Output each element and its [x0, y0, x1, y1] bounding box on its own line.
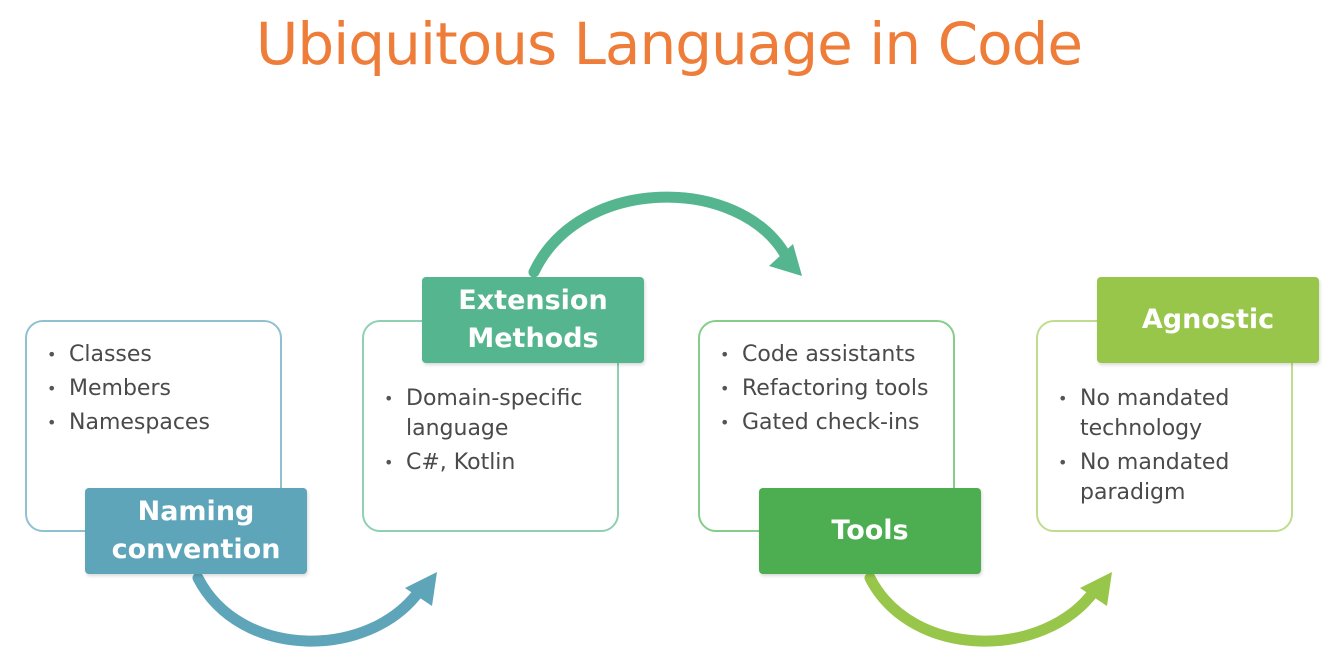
naming-bullet-list: Classes Members Namespaces [47, 340, 210, 442]
agnostic-bullet-list: No mandated technology No mandated parad… [1058, 384, 1283, 512]
arrow-naming-to-extension [192, 572, 426, 647]
tools-label: Tools [759, 488, 981, 574]
list-item: Members [47, 374, 210, 404]
extension-bullet-list: Domain-specific language C#, Kotlin [384, 384, 609, 482]
list-item: C#, Kotlin [384, 448, 609, 478]
list-item: Classes [47, 340, 210, 370]
list-item: Domain-specific language [384, 384, 609, 444]
list-item: Code assistants [720, 340, 928, 370]
naming-convention-label: Naming convention [85, 488, 307, 574]
arrow-tools-to-agnostic [864, 572, 1101, 647]
list-item: No mandated technology [1058, 384, 1283, 444]
list-item: Gated check-ins [720, 408, 928, 438]
list-item: No mandated paradigm [1058, 448, 1283, 508]
tools-bullet-list: Code assistants Refactoring tools Gated … [720, 340, 928, 442]
extension-methods-label: Extension Methods [422, 277, 644, 363]
diagram-canvas: Ubiquitous Language in Code Classes Memb… [0, 0, 1338, 654]
list-item: Namespaces [47, 408, 210, 438]
arrow-extension-to-tools [528, 191, 792, 278]
agnostic-label: Agnostic [1097, 277, 1319, 363]
list-item: Refactoring tools [720, 374, 928, 404]
